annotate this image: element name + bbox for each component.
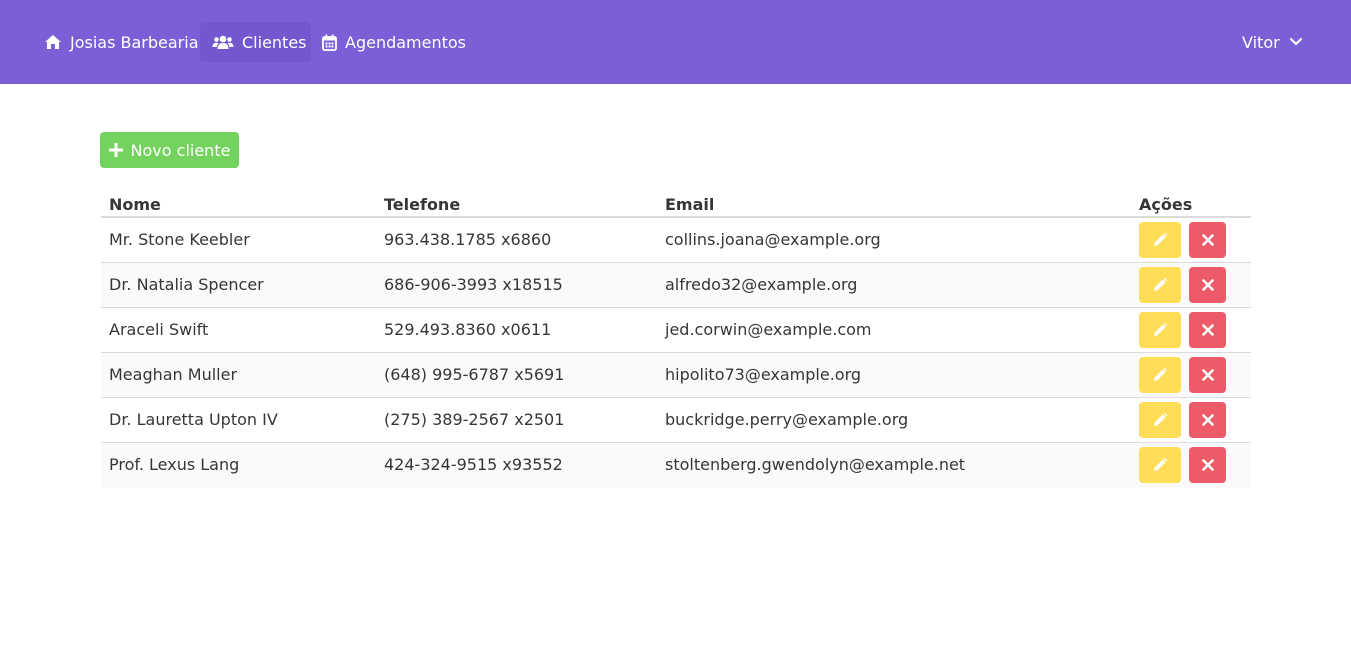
close-icon [1201, 234, 1214, 246]
pencil-icon [1152, 412, 1168, 428]
pencil-icon [1152, 232, 1168, 248]
header-email: Email [665, 195, 715, 214]
edit-button[interactable] [1139, 267, 1181, 303]
new-client-button[interactable]: Novo cliente [100, 132, 239, 168]
client-phone: 686-906-3993 x18515 [384, 275, 563, 294]
table-row: Meaghan Muller (648) 995-6787 x5691 hipoli… [101, 353, 1251, 398]
close-icon [1201, 279, 1214, 291]
delete-button[interactable] [1189, 357, 1226, 393]
client-name: Dr. Lauretta Upton IV [109, 410, 278, 429]
client-email: buckridge.perry@example.org [665, 410, 909, 429]
edit-button[interactable] [1139, 357, 1181, 393]
close-icon [1201, 369, 1214, 381]
table-row: Dr. Natalia Spencer 686-906-3993 x18515 al… [101, 263, 1251, 308]
client-name: Dr. Natalia Spencer [109, 275, 264, 294]
plus-icon [108, 143, 123, 157]
clients-table: Nome Telefone Email Ações Mr. Stone Keeb… [101, 193, 1251, 488]
client-name: Prof. Lexus Lang [109, 455, 240, 474]
chevron-down-icon [1289, 38, 1302, 46]
close-icon [1201, 459, 1214, 471]
close-icon [1201, 414, 1214, 426]
client-phone: 529.493.8360 x0611 [384, 320, 552, 339]
table-row: Mr. Stone Keebler 963.438.1785 x6860 colli… [101, 218, 1251, 263]
delete-button[interactable] [1189, 447, 1226, 483]
edit-button[interactable] [1139, 402, 1181, 438]
header-telefone: Telefone [384, 195, 461, 214]
pencil-icon [1152, 277, 1168, 293]
nav-brand-link[interactable]: Josias Barbearia [32, 22, 211, 62]
delete-button[interactable] [1189, 402, 1226, 438]
client-email: jed.corwin@example.com [665, 320, 872, 339]
client-email: stoltenberg.gwendolyn@example.net [665, 455, 966, 474]
client-name: Mr. Stone Keebler [109, 230, 250, 249]
header-nome: Nome [109, 195, 161, 214]
client-name: Araceli Swift [109, 320, 209, 339]
table-body: Mr. Stone Keebler 963.438.1785 x6860 colli… [101, 218, 1251, 488]
nav-item-agendamentos[interactable]: Agendamentos [310, 22, 478, 62]
edit-button[interactable] [1139, 222, 1181, 258]
client-email: hipolito73@example.org [665, 365, 862, 384]
table-row: Prof. Lexus Lang 424-324-9515 x93552 stolt… [101, 443, 1251, 488]
nav-item-clientes[interactable]: Clientes [200, 22, 311, 62]
pencil-icon [1152, 322, 1168, 338]
table-row: Dr. Lauretta Upton IV (275) 389-2567 x250… [101, 398, 1251, 443]
delete-button[interactable] [1189, 222, 1226, 258]
edit-button[interactable] [1139, 447, 1181, 483]
header-acoes: Ações [1139, 195, 1193, 214]
close-icon [1201, 324, 1214, 336]
delete-button[interactable] [1189, 312, 1226, 348]
table-row: Araceli Swift 529.493.8360 x0611 jed.corwi… [101, 308, 1251, 353]
user-menu-dropdown[interactable]: Vitor [1230, 22, 1314, 62]
client-phone: 963.438.1785 x6860 [384, 230, 552, 249]
home-icon [44, 34, 62, 50]
client-phone: 424-324-9515 x93552 [384, 455, 563, 474]
edit-button[interactable] [1139, 312, 1181, 348]
new-client-label: Novo cliente [130, 140, 231, 160]
pencil-icon [1152, 367, 1168, 383]
calendar-icon [322, 34, 337, 51]
users-icon [212, 34, 234, 50]
client-phone: (275) 389-2567 x2501 [384, 410, 565, 429]
pencil-icon [1152, 457, 1168, 473]
nav-brand-label: Josias Barbearia [70, 32, 199, 52]
nav-item-label: Agendamentos [345, 32, 467, 52]
user-name: Vitor [1242, 32, 1280, 52]
top-navbar: Josias Barbearia Clientes Agendamentos V… [0, 0, 1351, 84]
table-header: Nome Telefone Email Ações [101, 193, 1251, 218]
client-email: alfredo32@example.org [665, 275, 858, 294]
nav-item-label: Clientes [242, 32, 307, 52]
client-phone: (648) 995-6787 x5691 [384, 365, 565, 384]
client-name: Meaghan Muller [109, 365, 238, 384]
client-email: collins.joana@example.org [665, 230, 881, 249]
delete-button[interactable] [1189, 267, 1226, 303]
